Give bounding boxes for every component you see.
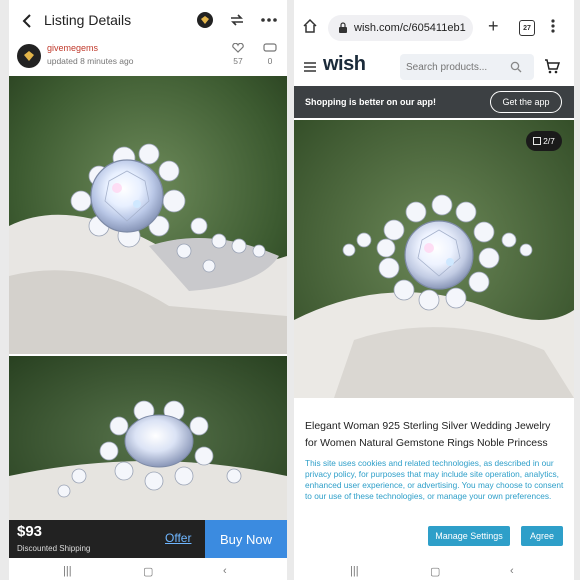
tab-switcher-button[interactable]: 27 — [519, 20, 535, 36]
lock-icon — [339, 22, 347, 33]
manage-settings-button[interactable]: Manage Settings — [428, 526, 510, 546]
browser-menu-icon[interactable] — [550, 18, 556, 39]
image-counter-badge: 2/7 — [526, 131, 562, 151]
listing-photo-2[interactable] — [9, 356, 287, 521]
recent-apps-icon[interactable]: ||| — [350, 565, 359, 577]
back-icon[interactable]: ‹ — [510, 565, 514, 577]
seller-avatar[interactable] — [17, 44, 41, 68]
search-icon[interactable] — [510, 61, 522, 73]
buy-now-button[interactable]: Buy Now — [205, 520, 287, 558]
promo-text: Shopping is better on our app! — [305, 97, 436, 107]
hamburger-menu-icon[interactable] — [303, 60, 317, 78]
home-icon[interactable]: ▢ — [143, 565, 153, 578]
browser-toolbar: wish.com/c/605411eb1 + 27 — [294, 0, 574, 48]
wish-site-header: wish — [294, 48, 574, 84]
seller-badge-icon[interactable] — [195, 10, 215, 30]
back-arrow-icon[interactable] — [17, 10, 39, 32]
listing-header: Listing Details — [9, 0, 287, 42]
url-text: wish.com/c/605411eb1 — [354, 22, 466, 34]
listing-app-pane: Listing Details givemegems updated 8 min… — [9, 0, 287, 580]
new-tab-icon[interactable]: + — [488, 17, 499, 35]
gallery-icon — [533, 137, 542, 145]
page-title: Listing Details — [44, 12, 132, 28]
product-image[interactable] — [294, 120, 574, 398]
search-box[interactable] — [400, 54, 534, 80]
listing-price: $93 — [17, 523, 43, 540]
agree-button[interactable]: Agree — [521, 526, 563, 546]
offer-link[interactable]: Offer — [165, 531, 191, 545]
cookie-consent-text: This site uses cookies and related techn… — [305, 458, 564, 501]
repost-icon[interactable] — [227, 10, 247, 30]
screenshot-root: Listing Details givemegems updated 8 min… — [0, 0, 580, 580]
seller-name[interactable]: givemegems — [47, 43, 98, 53]
search-input[interactable] — [406, 61, 510, 73]
home-icon[interactable] — [302, 18, 318, 39]
cart-icon[interactable] — [544, 58, 561, 79]
listing-updated-time: updated 8 minutes ago — [47, 56, 134, 66]
shipping-label: Discounted Shipping — [17, 544, 91, 553]
browser-pane: wish.com/c/605411eb1 + 27 wish Shopping … — [294, 0, 574, 580]
listing-photo-1[interactable] — [9, 76, 287, 354]
home-icon[interactable]: ▢ — [430, 565, 440, 578]
android-nav-bar: ||| ▢ ‹ — [9, 558, 287, 580]
address-bar[interactable]: wish.com/c/605411eb1 — [328, 15, 473, 41]
like-count: 57 — [233, 56, 243, 66]
header-actions — [195, 10, 279, 30]
seller-row: givemegems updated 8 minutes ago 57 0 — [9, 42, 287, 76]
get-the-app-button[interactable]: Get the app — [490, 91, 562, 113]
wish-logo[interactable]: wish — [323, 53, 366, 76]
back-icon[interactable]: ‹ — [223, 565, 227, 577]
android-nav-bar: ||| ▢ ‹ — [294, 558, 574, 580]
product-title: Elegant Woman 925 Sterling Silver Weddin… — [305, 420, 551, 449]
more-options-icon[interactable] — [259, 10, 279, 30]
comment-count: 0 — [267, 56, 273, 66]
buy-bar: $93 Discounted Shipping Offer Buy Now — [9, 520, 287, 558]
image-counter: 2/7 — [543, 136, 555, 146]
app-promo-banner: Shopping is better on our app! Get the a… — [294, 86, 574, 118]
recent-apps-icon[interactable]: ||| — [63, 565, 72, 577]
